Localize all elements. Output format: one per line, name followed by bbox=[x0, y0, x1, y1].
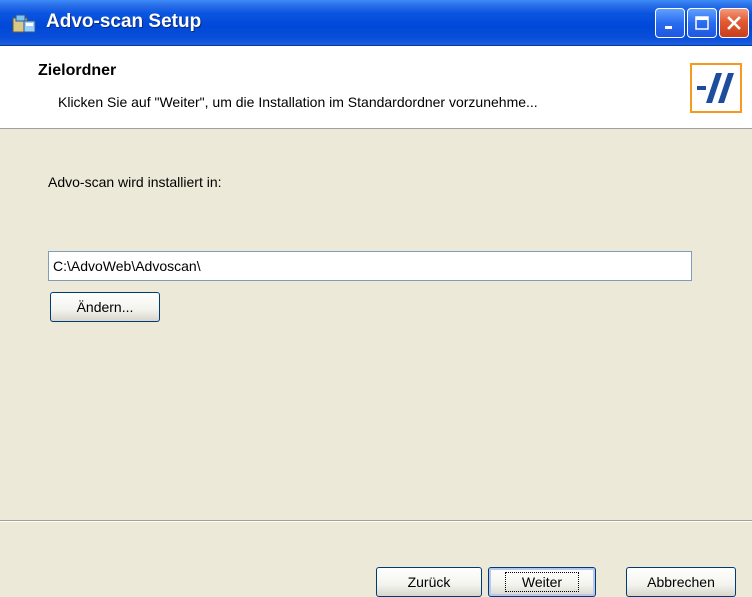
next-button-label: Weiter bbox=[504, 572, 580, 592]
maximize-button[interactable] bbox=[687, 8, 717, 38]
close-button[interactable] bbox=[719, 8, 749, 38]
install-path-field[interactable]: C:\AdvoWeb\Advoscan\ bbox=[48, 251, 692, 281]
back-button-label: Zurück bbox=[407, 574, 451, 590]
close-icon bbox=[727, 16, 741, 30]
footer-divider bbox=[0, 520, 752, 522]
maximize-icon bbox=[695, 16, 709, 30]
install-location-label: Advo-scan wird installiert in: bbox=[48, 174, 222, 190]
change-button[interactable]: Ändern... bbox=[50, 292, 160, 322]
cancel-button[interactable]: Abbrechen bbox=[626, 567, 736, 597]
minimize-icon bbox=[665, 26, 672, 29]
installer-icon bbox=[12, 14, 36, 33]
cancel-button-label: Abbrechen bbox=[647, 574, 715, 590]
change-button-label: Ändern... bbox=[76, 299, 134, 315]
page-subtitle: Klicken Sie auf "Weiter", um die Install… bbox=[58, 94, 538, 110]
page-title: Zielordner bbox=[38, 62, 117, 79]
back-button[interactable]: Zurück bbox=[376, 567, 482, 597]
header-banner: Zielordner Klicken Sie auf "Weiter", um … bbox=[0, 46, 752, 129]
next-button[interactable]: Weiter bbox=[488, 567, 596, 597]
title-bar[interactable]: Advo-scan Setup bbox=[0, 0, 752, 46]
minimize-button[interactable] bbox=[655, 8, 685, 38]
window-title: Advo-scan Setup bbox=[46, 11, 202, 32]
advoweb-logo-icon bbox=[690, 63, 742, 113]
setup-window: Advo-scan Setup Zielordner Klicken Sie a… bbox=[0, 0, 752, 597]
